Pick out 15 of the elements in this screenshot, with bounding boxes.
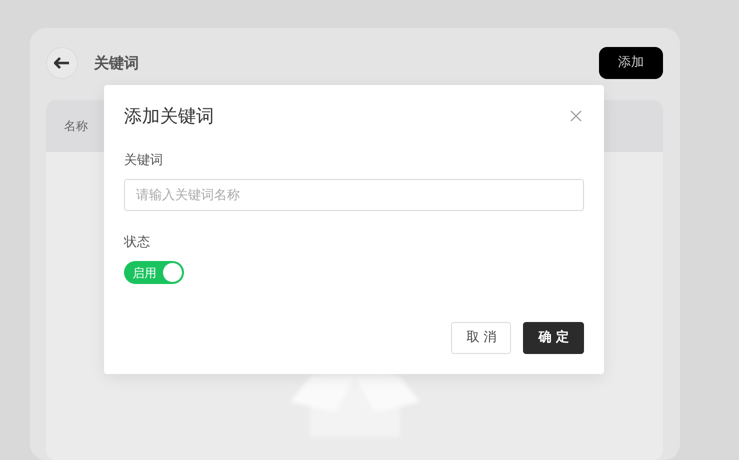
back-button[interactable]: [46, 47, 78, 79]
close-button[interactable]: [570, 110, 584, 124]
dialog-title: 添加关键词: [124, 105, 214, 129]
page-title: 关键词: [94, 52, 139, 74]
status-label: 状态: [124, 234, 151, 252]
add-button[interactable]: 添加: [599, 47, 663, 79]
column-header: 名称: [64, 118, 88, 135]
back-arrow-icon: [54, 57, 70, 69]
keyword-input-field[interactable]: 请输入关键词名称: [124, 179, 584, 211]
switch-knob: [163, 263, 182, 282]
switch-text: 启用: [132, 266, 158, 278]
field-label: 关键词: [124, 152, 164, 170]
confirm-button[interactable]: 确 定: [523, 322, 584, 354]
close-icon: [570, 110, 582, 122]
cancel-button[interactable]: 取 消: [451, 322, 512, 354]
